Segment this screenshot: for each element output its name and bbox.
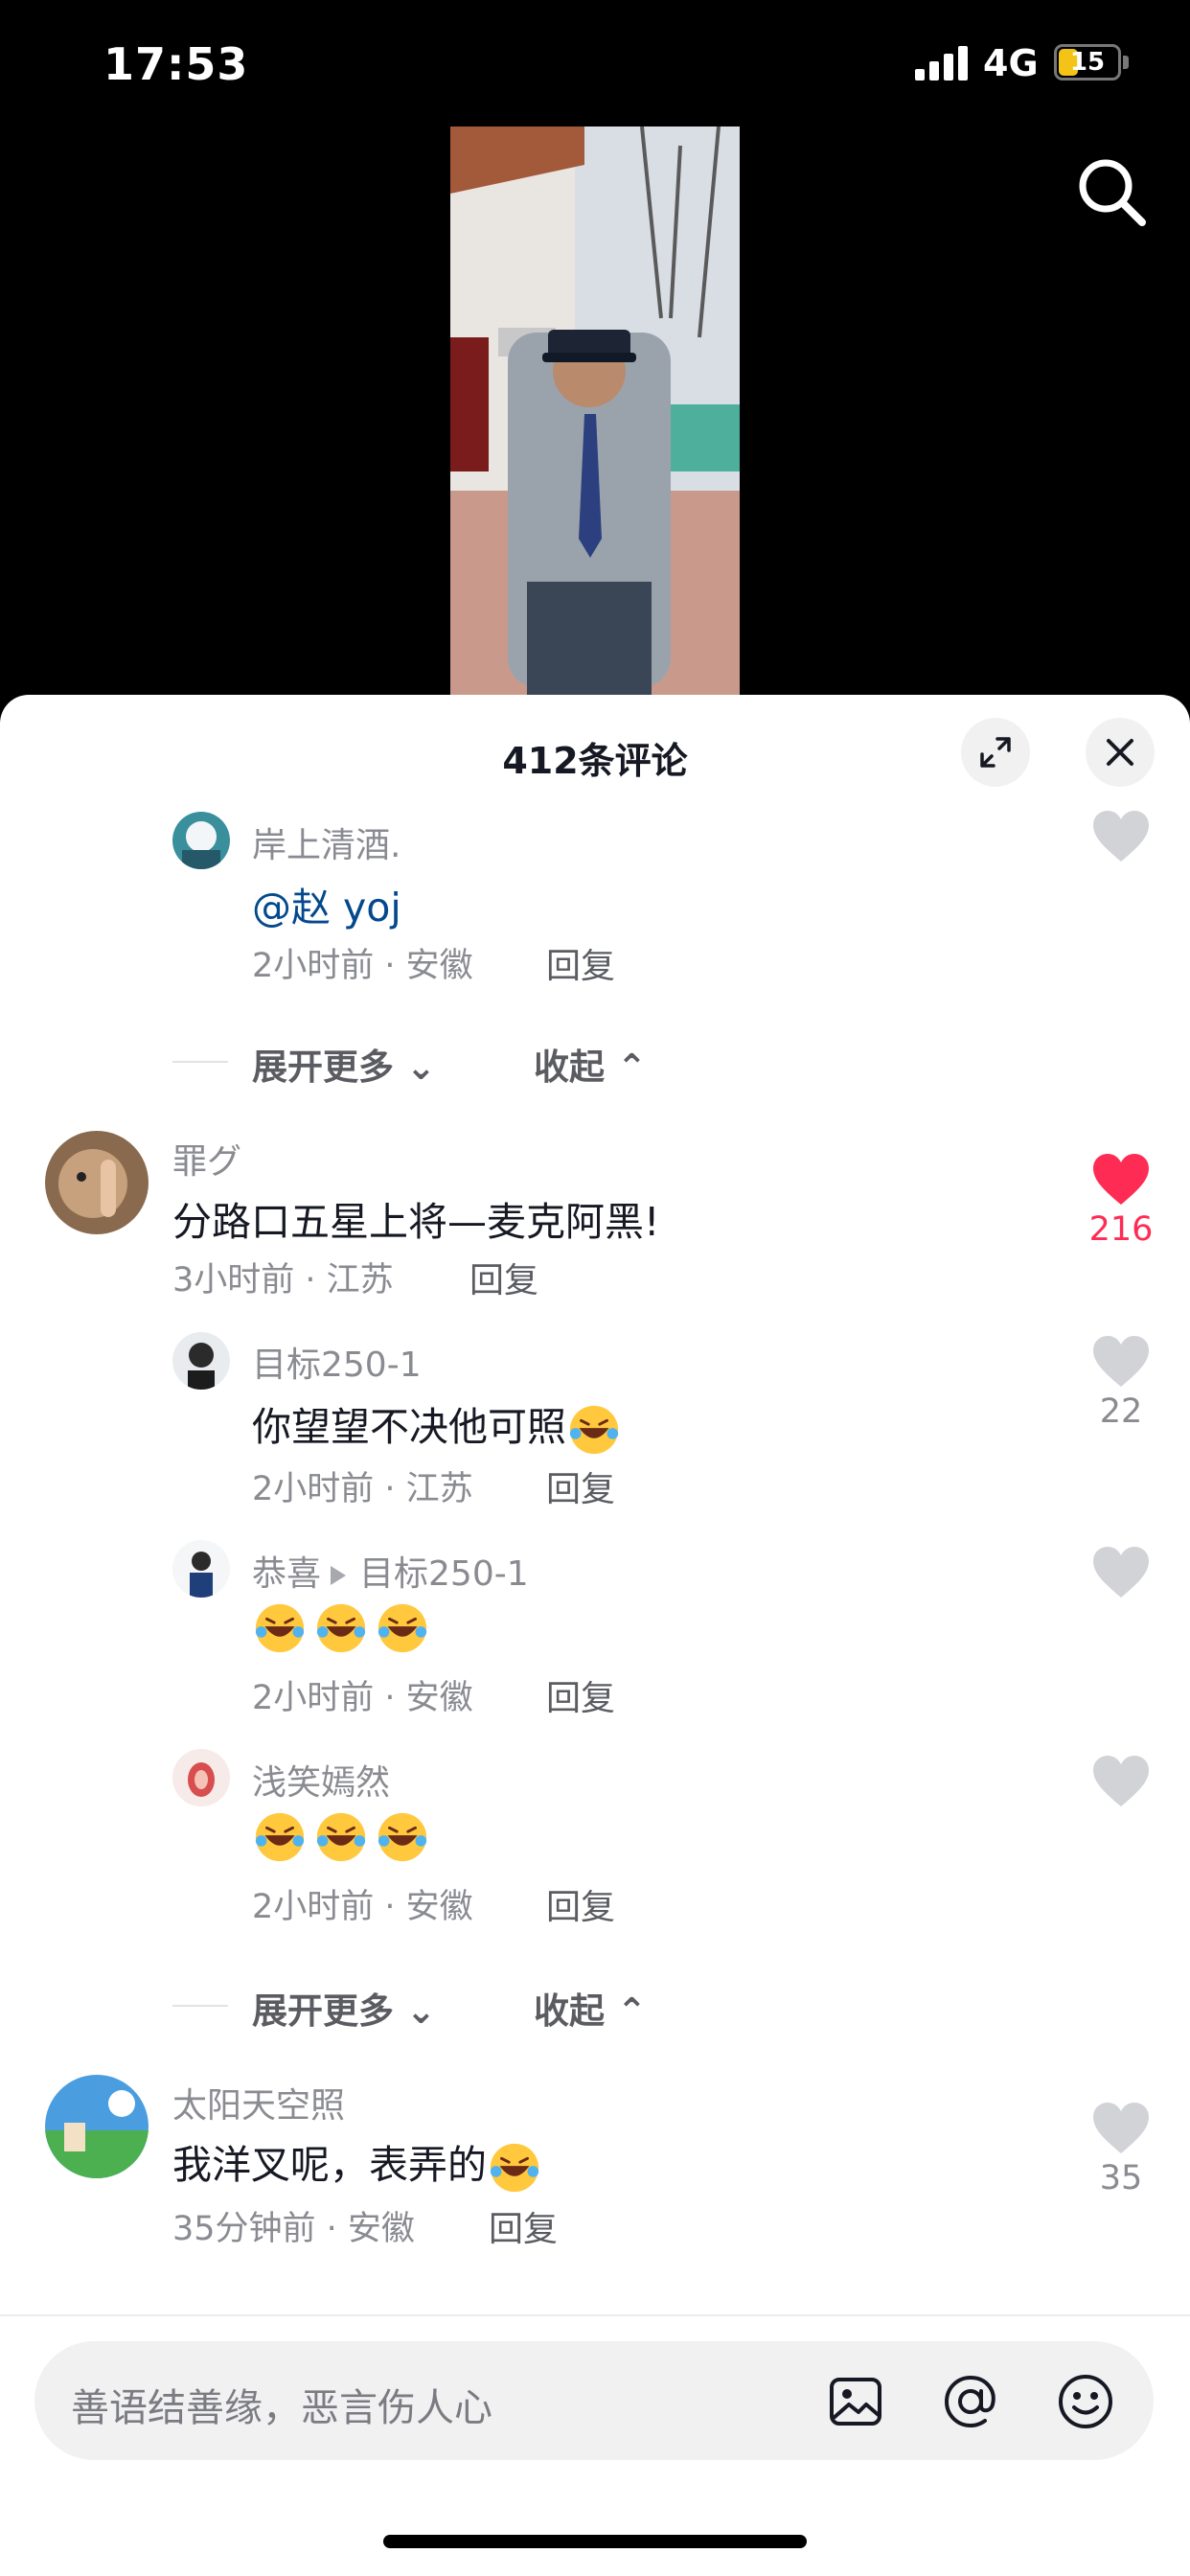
- laugh-cry-emoji: [255, 1812, 305, 1862]
- reply-button[interactable]: 回复: [469, 1253, 538, 1302]
- status-time: 17:53: [103, 38, 249, 90]
- laugh-cry-emoji: [316, 1812, 366, 1862]
- battery-level: 15: [1069, 48, 1106, 77]
- close-button[interactable]: [1086, 718, 1155, 787]
- comment-meta: 2小时前 · 安徽: [252, 947, 473, 985]
- like-button[interactable]: [1083, 1546, 1159, 1599]
- chevron-down-icon: ⌄: [405, 1990, 436, 2032]
- avatar[interactable]: [45, 1131, 149, 1234]
- battery-icon: 15: [1054, 44, 1121, 80]
- comment-author[interactable]: 罪グ: [172, 1134, 241, 1184]
- avatar[interactable]: [172, 812, 230, 869]
- reply-button[interactable]: 回复: [546, 938, 615, 988]
- chevron-down-icon: ⌄: [405, 1046, 436, 1088]
- laugh-cry-emoji: [316, 1603, 366, 1653]
- expand-replies-row: 展开更多 ⌄ 收起 ⌃: [172, 1976, 709, 2034]
- comment-author[interactable]: 太阳天空照: [172, 2078, 345, 2128]
- laugh-cry-emoji: [378, 1603, 427, 1653]
- comment-author[interactable]: 恭喜 目标250-1: [252, 1546, 529, 1596]
- avatar[interactable]: [45, 2075, 149, 2178]
- like-count: 35: [1099, 2159, 1143, 2197]
- comment-meta: 2小时前 · 安徽: [252, 1888, 473, 1926]
- like-button[interactable]: [1083, 810, 1159, 863]
- like-button[interactable]: 216: [1083, 1153, 1159, 1249]
- reply-button[interactable]: 回复: [546, 1670, 615, 1720]
- like-button[interactable]: [1083, 1755, 1159, 1808]
- emoji-icon[interactable]: [1056, 2372, 1115, 2431]
- heart-icon: [1093, 1154, 1149, 1205]
- avatar[interactable]: [172, 1332, 230, 1390]
- chevron-up-icon: ⌃: [616, 1990, 647, 2032]
- comment-emojis: [252, 1809, 436, 1865]
- heart-icon: [1093, 2103, 1149, 2153]
- divider: [0, 2314, 1190, 2316]
- status-bar: 17:53 4G 15: [0, 0, 1190, 129]
- at-icon[interactable]: [941, 2372, 1000, 2431]
- video-player[interactable]: [450, 126, 740, 697]
- comment-input[interactable]: 善语结善缘，恶言伤人心: [34, 2341, 1154, 2460]
- expand-replies-row: 展开更多 ⌄ 收起 ⌃: [172, 1032, 709, 1090]
- comment-author[interactable]: 目标250-1: [252, 1337, 422, 1387]
- expand-icon: [980, 737, 1011, 768]
- like-button[interactable]: 22: [1083, 1335, 1159, 1431]
- divider: [172, 2005, 228, 2007]
- comment-emojis: [252, 1600, 436, 1656]
- comment-text: 分路口五星上将—麦克阿黑!: [172, 1199, 660, 1245]
- close-icon: [1107, 739, 1133, 766]
- heart-icon: [1093, 811, 1149, 862]
- laugh-cry-emoji: [378, 1812, 427, 1862]
- image-icon[interactable]: [826, 2372, 885, 2431]
- reply-button[interactable]: 回复: [489, 2201, 558, 2251]
- avatar[interactable]: [172, 1540, 230, 1598]
- heart-icon: [1093, 1756, 1149, 1806]
- comment-meta: 2小时前 · 安徽: [252, 1679, 473, 1717]
- comment-meta: 35分钟前 · 安徽: [172, 2210, 415, 2248]
- home-indicator: [383, 2535, 807, 2548]
- reply-button[interactable]: 回复: [546, 1461, 615, 1511]
- expand-more-button[interactable]: 展开更多 ⌄: [252, 1038, 436, 1090]
- heart-icon: [1093, 1336, 1149, 1387]
- like-button[interactable]: 35: [1083, 2102, 1159, 2197]
- reply-to-name[interactable]: 目标250-1: [359, 1554, 529, 1594]
- laugh-cry-emoji: [490, 2143, 539, 2193]
- divider: [172, 1061, 228, 1063]
- comment-author[interactable]: 浅笑嫣然: [252, 1755, 390, 1805]
- chevron-up-icon: ⌃: [616, 1046, 647, 1088]
- comment-text: 你望望不决他可照: [252, 1394, 628, 1458]
- laugh-cry-emoji: [569, 1405, 619, 1455]
- signal-icon: [915, 46, 969, 80]
- battery-cap: [1123, 56, 1129, 69]
- reply-button[interactable]: 回复: [546, 1879, 615, 1929]
- comment-meta: 3小时前 · 江苏: [172, 1261, 394, 1300]
- heart-icon: [1093, 1547, 1149, 1598]
- comment-sheet: 412条评论 岸上清酒. @赵 yoj 2小时前 · 安徽 回复 展开更多 ⌄ …: [0, 695, 1190, 2576]
- video-frame-image: [450, 126, 740, 697]
- search-icon[interactable]: [1073, 153, 1150, 230]
- comment-mention[interactable]: @赵 yoj: [252, 875, 401, 932]
- collapse-button[interactable]: 收起 ⌃: [534, 1982, 647, 2034]
- comment-meta: 2小时前 · 江苏: [252, 1470, 473, 1508]
- network-type: 4G: [983, 42, 1039, 84]
- comment-author[interactable]: 岸上清酒.: [252, 817, 400, 867]
- reply-arrow-icon: [331, 1566, 347, 1585]
- like-count: 216: [1088, 1210, 1154, 1249]
- expand-button[interactable]: [961, 718, 1030, 787]
- like-count: 22: [1099, 1392, 1143, 1431]
- expand-more-button[interactable]: 展开更多 ⌄: [252, 1982, 436, 2034]
- comment-input-placeholder: 善语结善缘，恶言伤人心: [71, 2386, 492, 2430]
- laugh-cry-emoji: [255, 1603, 305, 1653]
- collapse-button[interactable]: 收起 ⌃: [534, 1038, 647, 1090]
- comment-text: 我洋叉呢，表弄的: [172, 2132, 548, 2196]
- avatar[interactable]: [172, 1749, 230, 1806]
